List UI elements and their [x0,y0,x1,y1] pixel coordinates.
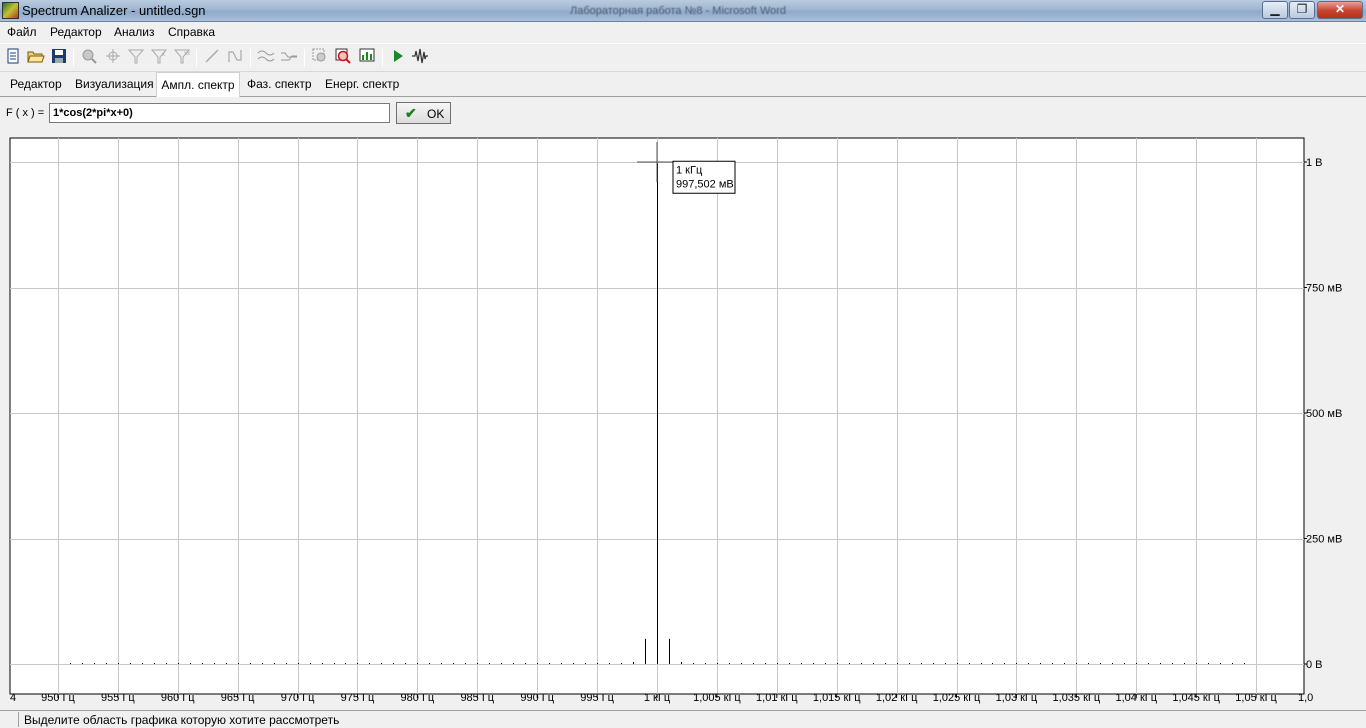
curve-icon[interactable] [225,48,245,68]
tab-editor[interactable]: Редактор [10,77,62,91]
open-icon[interactable] [26,48,46,68]
menu-help[interactable]: Справка [168,25,215,39]
y-tick-label: 250 мВ [1306,534,1342,546]
menu-file[interactable]: Файл [7,25,37,39]
x-tick-label: 1,015 кГц [813,692,861,704]
menu-analysis[interactable]: Анализ [114,25,155,39]
y-tick-label: 500 мВ [1306,408,1342,420]
ok-button[interactable]: ✔ OK [396,102,451,124]
x-edge-label-left: 4 [10,692,16,704]
x-tick-label: 985 Гц [460,692,494,704]
x-tick-label: 1,035 кГц [1053,692,1101,704]
spectrum-chart[interactable]: 0 В 250 мВ 500 мВ 750 мВ 1 В 950 Гц 955 Гц 960 … [8,136,1364,710]
filter2-icon[interactable]: x [149,48,169,68]
restore-icon: ❐ [1296,2,1308,16]
menu-editor[interactable]: Редактор [50,25,102,39]
x-tick-label: 1,045 кГц [1172,692,1220,704]
status-bar: Выделите область графика которую хотите … [0,710,1366,728]
amplitude-spectrum-plot[interactable]: 0 В 250 мВ 500 мВ 750 мВ 1 В 950 Гц 955 Гц 960 … [8,136,1364,710]
formula-input[interactable] [49,103,390,123]
status-text: Выделите область графика которую хотите … [24,713,340,727]
tab-phase-spectrum[interactable]: Фаз. спектр [247,77,312,91]
smooth-icon[interactable] [256,48,276,68]
x-tick-label: 965 Гц [221,692,255,704]
ok-button-label: OK [427,107,445,121]
x-tick-label: 980 Гц [401,692,435,704]
x-tick-label: 950 Гц [41,692,75,704]
x-tick-label: 1,01 кГц [756,692,798,704]
x-tick-label: 955 Гц [101,692,135,704]
x-tick-label: 1,04 кГц [1115,692,1157,704]
tab-amplitude-spectrum[interactable]: Ампл. спектр [156,72,240,97]
tab-energy-spectrum[interactable]: Енерг. спектр [325,77,399,91]
line-icon[interactable] [202,48,222,68]
x-tick-label: 970 Гц [281,692,315,704]
tab-visualization[interactable]: Визуализация [75,77,154,91]
play-icon[interactable] [388,48,408,68]
window-title: Spectrum Analizer - untitled.sgn [22,3,206,18]
view-tabs: Редактор Визуализация Ампл. спектр Фаз. … [0,71,1366,97]
x-tick-label: 1 кГц [644,692,671,704]
waveform-icon[interactable] [410,48,430,68]
save-icon[interactable] [49,48,69,68]
x-edge-label-right: 1,0 [1298,692,1313,704]
annotation-label: 997,502 мВ [676,178,734,190]
formula-label: F ( x ) = [6,107,45,119]
filter3-icon[interactable]: xx [172,48,192,68]
minimize-icon: ▁ [1270,2,1280,16]
close-button[interactable]: ✕ [1317,1,1363,19]
x-tick-label: 1,05 кГц [1235,692,1277,704]
annotation-label: 1 кГц [676,164,703,176]
menu-bar: Файл Редактор Анализ Справка [0,22,1366,42]
svg-text:xx: xx [184,51,190,57]
new-icon[interactable] [3,48,23,68]
filter-icon[interactable] [126,48,146,68]
minimize-button[interactable]: ▁ [1262,1,1288,19]
y-tick-label: 1 В [1306,157,1323,169]
toolbar: x xx [0,43,1366,70]
smooth2-icon[interactable] [279,48,299,68]
x-tick-label: 1,005 кГц [693,692,741,704]
crosshair-icon[interactable] [103,48,123,68]
zoom-icon[interactable] [79,48,99,68]
x-tick-label: 995 Гц [580,692,614,704]
maximize-button[interactable]: ❐ [1289,1,1315,19]
x-tick-label: 1,03 кГц [996,692,1038,704]
x-tick-label: 960 Гц [161,692,195,704]
close-icon: ✕ [1334,2,1346,16]
x-tick-label: 1,025 кГц [933,692,981,704]
x-tick-label: 975 Гц [341,692,375,704]
x-tick-label: 1,02 кГц [876,692,918,704]
checkmark-icon: ✔ [405,105,417,121]
background-window-title: Лабораторная работа №8 - Microsoft Word [570,5,787,17]
y-tick-label: 0 В [1306,659,1323,671]
chart-settings-icon[interactable] [357,48,377,68]
title-bar: Spectrum Analizer - untitled.sgn Лаборат… [0,0,1366,22]
zoom-reset-icon[interactable] [333,48,353,68]
y-tick-label: 750 мВ [1306,283,1342,295]
x-tick-label: 990 Гц [520,692,554,704]
app-icon[interactable] [2,2,19,19]
svg-text:x: x [162,52,165,58]
zoom-rect-icon[interactable] [310,48,330,68]
